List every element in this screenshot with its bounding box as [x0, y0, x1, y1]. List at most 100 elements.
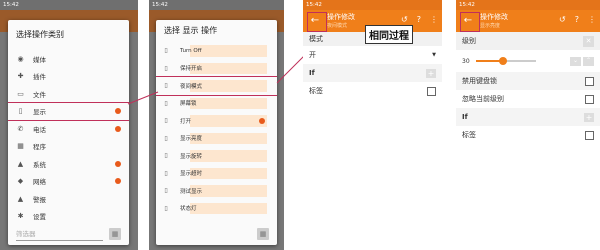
level-header: 级别 ✕	[456, 32, 600, 50]
display-action-item[interactable]: ▯ 保持开启	[156, 60, 277, 78]
grid-icon[interactable]: ▦	[257, 228, 269, 240]
status-time: 15:42	[306, 2, 322, 8]
filter-input[interactable]: 筛选器	[16, 228, 103, 241]
category-label: 媒体	[33, 55, 46, 64]
back-button-highlight	[307, 12, 327, 32]
action-label: Turn Off	[180, 47, 202, 54]
alert-icon: ▲	[17, 194, 24, 203]
tag-checkbox[interactable]	[427, 86, 436, 96]
tag-label: 标签	[309, 87, 323, 95]
action-label: 保持开启	[180, 66, 203, 73]
display-action-item[interactable]: ▯ 显示亮度	[156, 130, 277, 148]
phone-icon: ▯	[164, 99, 168, 107]
screen-subtitle: 显示亮度	[480, 23, 501, 29]
phone-icon: ▯	[164, 117, 168, 125]
display-action-dialog: 选择 显示 操作 ▯ Turn Off ▯ 保持开启 ▯ 夜间模式 ▯ 屏幕锁 ▯ 打开 ▯ 显示亮度…	[156, 20, 277, 245]
network-icon: ◆	[17, 177, 24, 186]
display-action-item[interactable]: ▯ Turn Off	[156, 42, 277, 60]
filter-bar: ▦	[156, 223, 277, 245]
category-item[interactable]: ▭ 文件	[8, 85, 129, 103]
category-item[interactable]: ▯ 显示	[8, 101, 129, 121]
status-time: 15:42	[152, 2, 168, 8]
level-slider[interactable]	[475, 57, 536, 65]
category-item[interactable]: ✚ 插件	[8, 68, 129, 86]
category-label: 系统	[33, 160, 46, 169]
shuffle-icon[interactable]: ✕	[583, 35, 594, 47]
undo-icon[interactable]: ↺	[559, 15, 566, 24]
phone-icon: ▯	[164, 187, 168, 195]
category-list: ◉ 媒体 ✚ 插件 ▭ 文件 ▯ 显示 ✆ 电话 ▦ 程序 ▲ 系统 ◆ 网络 ▲ 警报 ✱ 设置	[8, 50, 129, 225]
phone-icon: ▯	[164, 204, 168, 212]
phone-icon: ▯	[164, 47, 168, 55]
grid-icon[interactable]: ▦	[109, 228, 121, 240]
phone-screen-1: 15:42 选择操作类别 ◉ 媒体 ✚ 插件 ▭ 文件 ▯ 显示 ✆ 电话 ▦ 程序 ▲ 系统 ◆ 网络 ▲ 警报…	[0, 0, 138, 250]
ignore-row: 忽略当前级别	[456, 90, 600, 108]
status-bar: 15:42	[149, 0, 284, 10]
action-edit-content: 级别 ✕ 30 ⌄ ⌃ 禁用键盘锁 忽略当前级别 If + 标签	[456, 32, 600, 250]
category-item[interactable]: ◉ 媒体	[8, 50, 129, 68]
action-label: 显示旋转	[180, 153, 203, 160]
decrease-icon[interactable]: ⌄	[570, 56, 581, 66]
category-item[interactable]: ✆ 电话	[8, 120, 129, 138]
phone-icon: ▯	[164, 82, 168, 90]
category-item[interactable]: ▦ 程序	[8, 138, 129, 156]
same-process-callout: 相同过程	[365, 25, 413, 44]
add-if-button[interactable]: +	[426, 68, 436, 78]
category-label: 电话	[33, 125, 46, 134]
action-label: 状态灯	[180, 206, 197, 213]
dialog-title: 选择 显示 操作	[164, 26, 218, 35]
add-if-button[interactable]: +	[584, 112, 594, 122]
category-label: 文件	[33, 90, 46, 99]
category-item[interactable]: ▲ 警报	[8, 190, 129, 208]
action-edit-content: 模式 开 ▼ If + 标签	[303, 32, 442, 250]
lock-row: 禁用键盘锁	[456, 72, 600, 90]
back-button-highlight	[460, 12, 480, 32]
item-background	[190, 115, 267, 127]
apps-icon: ▦	[17, 142, 24, 151]
display-action-item[interactable]: ▯ 状态灯	[156, 200, 277, 218]
help-icon[interactable]: ?	[417, 15, 421, 24]
category-label: 显示	[33, 108, 46, 117]
phone-screen-4: 15:42 ← 操作修改 显示亮度 ↺? ⋮ 级别 ✕ 30 ⌄ ⌃ 禁用键盘锁 忽略…	[456, 0, 600, 250]
slider-thumb[interactable]	[498, 57, 507, 65]
item-background	[190, 97, 267, 109]
dropdown-arrow-icon: ▼	[432, 52, 436, 58]
display-action-item[interactable]: ▯ 屏幕锁	[156, 95, 277, 113]
filter-bar: 筛选器 ▦	[8, 223, 129, 245]
ignore-label: 忽略当前级别	[462, 95, 504, 103]
category-item[interactable]: ◆ 网络	[8, 173, 129, 191]
undo-icon[interactable]: ↺	[401, 15, 408, 24]
mode-select[interactable]: 开 ▼	[303, 46, 442, 64]
display-action-item[interactable]: ▯ 打开	[156, 112, 277, 130]
help-icon[interactable]: ?	[575, 15, 579, 24]
if-label: If	[309, 69, 315, 77]
display-action-item[interactable]: ▯ 夜间模式	[156, 76, 277, 96]
screen-subtitle: 夜间模式	[327, 23, 348, 29]
mode-label: 模式	[309, 35, 323, 43]
display-action-item[interactable]: ▯ 测试显示	[156, 182, 277, 200]
display-action-item[interactable]: ▯ 显示超时	[156, 165, 277, 183]
lock-label: 禁用键盘锁	[462, 77, 497, 85]
ignore-checkbox[interactable]	[585, 94, 594, 104]
action-label: 显示亮度	[180, 136, 203, 143]
display-action-item[interactable]: ▯ 显示旋转	[156, 147, 277, 165]
lock-checkbox[interactable]	[585, 76, 594, 86]
settings-icon: ✱	[17, 212, 24, 221]
filter-input[interactable]	[164, 228, 251, 240]
phone-screen-3: 15:42 ← 操作修改 夜间模式 ↺? ⋮ 模式 开 ▼ If + 标签 相同过程	[303, 0, 442, 250]
phone-display-icon: ▯	[18, 107, 23, 116]
phone-icon: ▯	[164, 152, 168, 160]
if-label: If	[462, 113, 468, 121]
more-icon[interactable]: ⋮	[430, 15, 438, 24]
tag-checkbox[interactable]	[585, 130, 594, 140]
level-label: 级别	[462, 37, 476, 45]
if-row: If +	[456, 108, 600, 126]
phone-icon: ▯	[164, 64, 168, 72]
level-value: 30	[462, 57, 470, 65]
level-row: 30 ⌄ ⌃	[456, 50, 600, 72]
increase-icon[interactable]: ⌃	[583, 56, 594, 66]
category-label: 网络	[33, 178, 46, 187]
more-icon[interactable]: ⋮	[588, 15, 596, 24]
info-badge-icon	[115, 108, 121, 115]
category-item[interactable]: ▲ 系统	[8, 155, 129, 173]
